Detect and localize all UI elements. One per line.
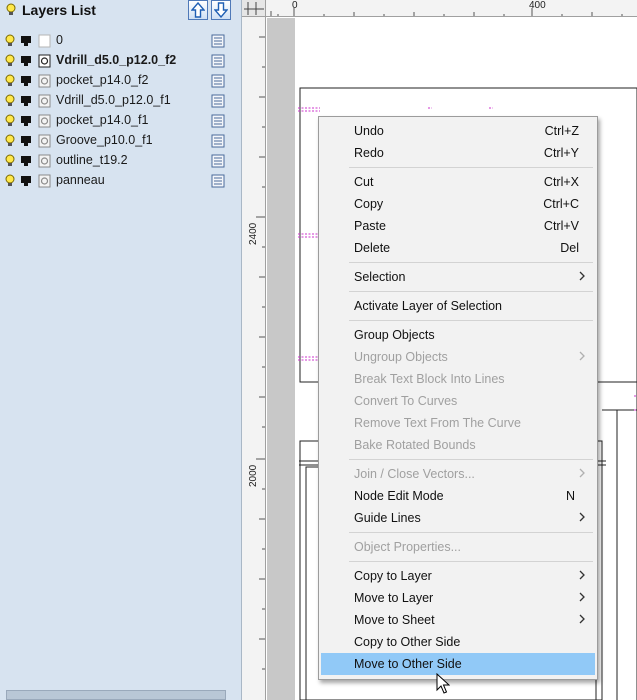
layer-row[interactable]: panneau <box>0 171 242 191</box>
menu-separator <box>349 291 593 292</box>
visibility-bulb-icon[interactable] <box>4 94 16 108</box>
menu-separator <box>349 262 593 263</box>
move-layer-down-button[interactable] <box>211 0 231 20</box>
display-monitor-icon[interactable] <box>20 95 32 107</box>
menu-separator <box>349 532 593 533</box>
layers-header: Layers List <box>0 0 242 22</box>
menu-item-ungroup-objects[interactable]: Ungroup Objects <box>321 346 595 368</box>
visibility-bulb-icon[interactable] <box>4 114 16 128</box>
layer-properties-icon[interactable] <box>211 74 225 88</box>
panel-scrollbar[interactable] <box>6 690 226 700</box>
menu-item-cut[interactable]: Cut Ctrl+X <box>321 171 595 193</box>
menu-item-copy-to-layer[interactable]: Copy to Layer <box>321 565 595 587</box>
layer-properties-icon[interactable] <box>211 34 225 48</box>
visibility-bulb-icon[interactable] <box>4 54 16 68</box>
layer-name: pocket_p14.0_f2 <box>56 73 149 87</box>
menu-item-object-properties[interactable]: Object Properties... <box>321 536 595 558</box>
menu-item-convert-curves[interactable]: Convert To Curves <box>321 390 595 412</box>
layer-row[interactable]: Groove_p10.0_f1 <box>0 131 242 151</box>
menu-item-copy-to-other-side[interactable]: Copy to Other Side <box>321 631 595 653</box>
display-monitor-icon[interactable] <box>20 175 32 187</box>
arrow-down-icon <box>214 2 228 18</box>
arrow-up-icon <box>191 2 205 18</box>
layer-name: Vdrill_d5.0_p12.0_f2 <box>56 53 177 67</box>
menu-separator <box>349 320 593 321</box>
layer-name: outline_t19.2 <box>56 153 128 167</box>
layer-row[interactable]: Vdrill_d5.0_p12.0_f2 <box>0 51 242 71</box>
chevron-right-icon <box>579 592 585 602</box>
move-layer-up-button[interactable] <box>188 0 208 20</box>
menu-item-break-text[interactable]: Break Text Block Into Lines <box>321 368 595 390</box>
layer-lock-icon[interactable] <box>38 54 51 68</box>
layer-name: Vdrill_d5.0_p12.0_f1 <box>56 93 171 107</box>
mouse-cursor-icon <box>436 673 450 694</box>
chevron-right-icon <box>579 468 585 478</box>
visibility-bulb-icon[interactable] <box>4 174 16 188</box>
layer-name: pocket_p14.0_f1 <box>56 113 149 127</box>
menu-item-group-objects[interactable]: Group Objects <box>321 324 595 346</box>
visibility-bulb-icon[interactable] <box>4 34 16 48</box>
menu-item-redo[interactable]: Redo Ctrl+Y <box>321 142 595 164</box>
chevron-right-icon <box>579 512 585 522</box>
display-monitor-icon[interactable] <box>20 155 32 167</box>
layer-properties-icon[interactable] <box>211 54 225 68</box>
bulb-icon <box>6 3 16 15</box>
blank-layer-icon[interactable] <box>38 34 51 48</box>
layer-properties-icon[interactable] <box>211 154 225 168</box>
menu-item-undo[interactable]: Undo Ctrl+Z <box>321 120 595 142</box>
menu-item-move-to-sheet[interactable]: Move to Sheet <box>321 609 595 631</box>
chevron-right-icon <box>579 271 585 281</box>
display-monitor-icon[interactable] <box>20 135 32 147</box>
layer-name: panneau <box>56 173 105 187</box>
context-menu: Undo Ctrl+Z Redo Ctrl+Y Cut Ctrl+X Copy Ctrl… <box>318 116 598 680</box>
menu-item-bake-rotated-bounds[interactable]: Bake Rotated Bounds <box>321 434 595 456</box>
menu-item-activate-layer[interactable]: Activate Layer of Selection <box>321 295 595 317</box>
menu-item-guide-lines[interactable]: Guide Lines <box>321 507 595 529</box>
visibility-bulb-icon[interactable] <box>4 74 16 88</box>
menu-item-delete[interactable]: Delete Del <box>321 237 595 259</box>
menu-item-move-to-layer[interactable]: Move to Layer <box>321 587 595 609</box>
layer-lock-icon[interactable] <box>38 134 51 148</box>
layer-name: Groove_p10.0_f1 <box>56 133 153 147</box>
display-monitor-icon[interactable] <box>20 35 32 47</box>
layer-lock-icon[interactable] <box>38 154 51 168</box>
visibility-bulb-icon[interactable] <box>4 154 16 168</box>
menu-item-join-close-vectors[interactable]: Join / Close Vectors... <box>321 463 595 485</box>
menu-item-move-to-other-side[interactable]: Move to Other Side <box>321 653 595 675</box>
layer-properties-icon[interactable] <box>211 174 225 188</box>
layer-name: 0 <box>56 33 63 47</box>
layer-row[interactable]: pocket_p14.0_f1 <box>0 111 242 131</box>
layers-title: Layers List <box>22 2 96 18</box>
menu-item-node-edit-mode[interactable]: Node Edit Mode N <box>321 485 595 507</box>
layer-properties-icon[interactable] <box>211 134 225 148</box>
menu-separator <box>349 167 593 168</box>
display-monitor-icon[interactable] <box>20 115 32 127</box>
layers-panel: Layers List 0 Vdrill_d5.0_p12.0_f2 pocket_… <box>0 0 242 700</box>
chevron-right-icon <box>579 570 585 580</box>
menu-item-copy[interactable]: Copy Ctrl+C <box>321 193 595 215</box>
layer-properties-icon[interactable] <box>211 94 225 108</box>
layer-lock-icon[interactable] <box>38 74 51 88</box>
chevron-right-icon <box>579 351 585 361</box>
layer-row[interactable]: outline_t19.2 <box>0 151 242 171</box>
layer-row[interactable]: 0 <box>0 31 242 51</box>
menu-separator <box>349 561 593 562</box>
menu-item-selection[interactable]: Selection <box>321 266 595 288</box>
layer-lock-icon[interactable] <box>38 174 51 188</box>
layer-lock-icon[interactable] <box>38 114 51 128</box>
menu-item-remove-text-curve[interactable]: Remove Text From The Curve <box>321 412 595 434</box>
layer-properties-icon[interactable] <box>211 114 225 128</box>
layer-row[interactable]: pocket_p14.0_f2 <box>0 71 242 91</box>
layer-row[interactable]: Vdrill_d5.0_p12.0_f1 <box>0 91 242 111</box>
menu-item-paste[interactable]: Paste Ctrl+V <box>321 215 595 237</box>
menu-separator <box>349 459 593 460</box>
display-monitor-icon[interactable] <box>20 75 32 87</box>
display-monitor-icon[interactable] <box>20 55 32 67</box>
layer-lock-icon[interactable] <box>38 94 51 108</box>
visibility-bulb-icon[interactable] <box>4 134 16 148</box>
chevron-right-icon <box>579 614 585 624</box>
